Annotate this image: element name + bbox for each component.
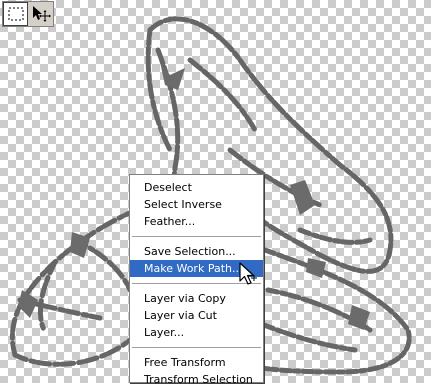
menu-item-layer-via-cut[interactable]: Layer via Cut bbox=[130, 307, 263, 324]
tool-options-bar bbox=[2, 1, 54, 27]
menu-item-layer-via-copy[interactable]: Layer via Copy bbox=[130, 290, 263, 307]
menu-separator bbox=[132, 236, 261, 237]
menu-item-save-selection[interactable]: Save Selection... bbox=[130, 243, 263, 260]
menu-separator bbox=[132, 347, 261, 348]
menu-item-deselect[interactable]: Deselect bbox=[130, 179, 263, 196]
menu-item-feather[interactable]: Feather... bbox=[130, 213, 263, 230]
menu-item-free-transform[interactable]: Free Transform bbox=[130, 354, 263, 371]
mouse-pointer-icon bbox=[239, 262, 257, 285]
rectangular-marquee-tool-button[interactable] bbox=[3, 2, 28, 26]
dashed-rectangle-icon bbox=[8, 7, 23, 21]
menu-item-transform-selection[interactable]: Transform Selection bbox=[130, 371, 263, 388]
menu-item-layer[interactable]: Layer... bbox=[130, 324, 263, 341]
move-tool-button[interactable] bbox=[28, 2, 53, 26]
menu-item-select-inverse[interactable]: Select Inverse bbox=[130, 196, 263, 213]
move-arrow-icon bbox=[32, 6, 51, 22]
